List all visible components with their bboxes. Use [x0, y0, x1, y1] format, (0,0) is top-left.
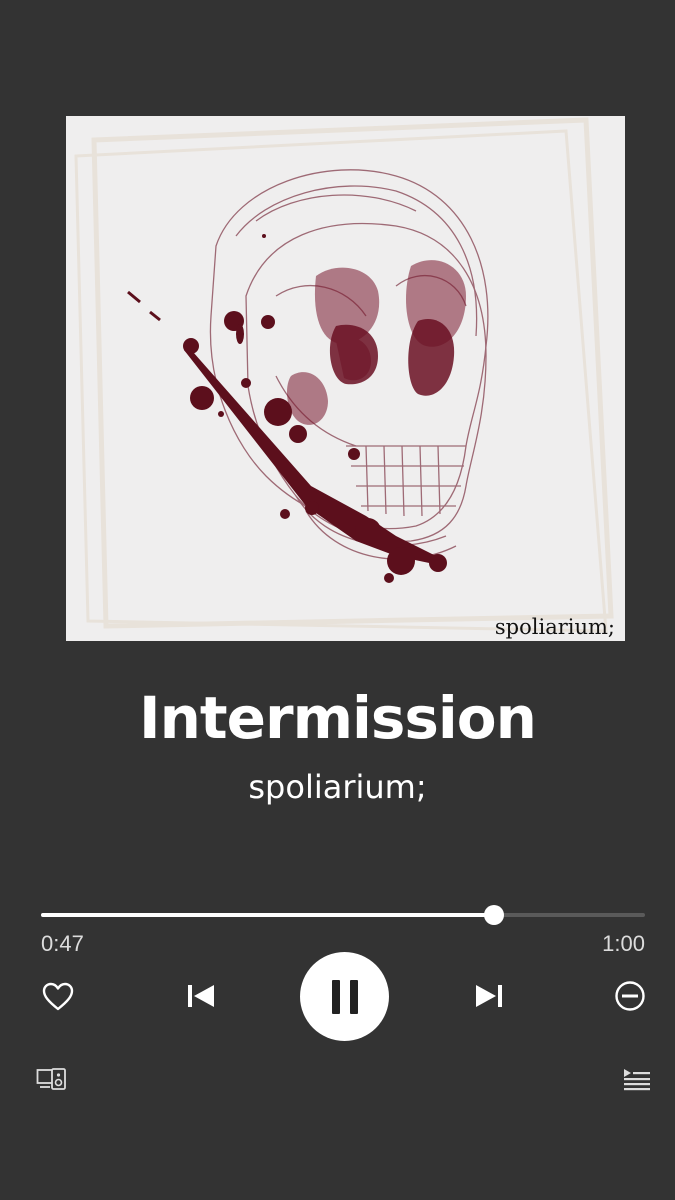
- like-button[interactable]: [40, 980, 76, 1014]
- previous-button[interactable]: [184, 980, 218, 1012]
- pause-icon: [331, 979, 358, 1014]
- play-pause-button[interactable]: [300, 952, 389, 1041]
- devices-button[interactable]: [36, 1066, 68, 1092]
- seek-bar[interactable]: [41, 905, 645, 925]
- seek-progress: [41, 913, 494, 917]
- album-art: spoliarium;: [66, 116, 625, 641]
- track-artist[interactable]: spoliarium;: [0, 768, 675, 806]
- devices-icon: [36, 1068, 66, 1090]
- seek-thumb[interactable]: [484, 905, 504, 925]
- queue-button[interactable]: [622, 1066, 652, 1092]
- track-title: Intermission: [139, 684, 537, 752]
- album-art-caption: spoliarium;: [494, 615, 615, 639]
- skip-next-icon: [476, 985, 502, 1007]
- remove-button[interactable]: [613, 979, 647, 1013]
- next-button[interactable]: [472, 980, 506, 1012]
- queue-icon: [624, 1069, 650, 1091]
- minus-circle-icon: [615, 981, 645, 1011]
- skip-previous-icon: [188, 985, 214, 1007]
- heart-icon: [42, 982, 74, 1011]
- skull-illustration: [66, 116, 625, 641]
- total-time: 1:00: [602, 931, 645, 956]
- elapsed-time: 0:47: [41, 931, 84, 956]
